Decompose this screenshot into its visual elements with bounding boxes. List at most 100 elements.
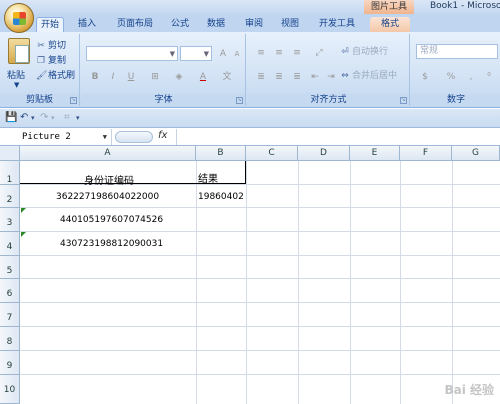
formula-bar: Picture 2 ▼ fx bbox=[0, 129, 500, 146]
paste-icon[interactable] bbox=[8, 38, 30, 64]
office-button[interactable] bbox=[4, 3, 34, 33]
picture-tools-title: 图片工具 bbox=[364, 0, 414, 14]
wrap-text-button[interactable]: ⏎ 自动换行 bbox=[340, 46, 388, 58]
row-header-1[interactable]: 1 bbox=[0, 161, 20, 185]
save-icon[interactable]: 💾 bbox=[5, 112, 17, 123]
tab-home[interactable]: 开始 bbox=[36, 17, 64, 32]
chevron-down-icon[interactable]: ▼ bbox=[103, 129, 107, 145]
orientation-icon[interactable]: ⤢ bbox=[310, 44, 328, 60]
window-title: Book1 - Microso bbox=[430, 1, 500, 11]
row-header-7[interactable]: 7 bbox=[0, 303, 20, 327]
borders-icon[interactable]: ⊞ bbox=[146, 68, 164, 84]
formula-bar-handle[interactable] bbox=[115, 131, 153, 143]
column-header-f[interactable]: F bbox=[400, 146, 452, 161]
redo-icon[interactable]: ↷ bbox=[40, 112, 48, 123]
row-header-8[interactable]: 8 bbox=[0, 327, 20, 351]
insert-function-button[interactable]: fx bbox=[158, 130, 167, 141]
row-header-6[interactable]: 6 bbox=[0, 279, 20, 303]
row-header-5[interactable]: 5 bbox=[0, 256, 20, 279]
cell-a1[interactable]: 身份证编码 bbox=[84, 172, 134, 187]
align-middle-icon[interactable]: ≡ bbox=[270, 44, 288, 60]
fill-color-icon[interactable]: ◈ bbox=[170, 68, 188, 84]
column-header-b[interactable]: B bbox=[196, 146, 246, 161]
column-header-c[interactable]: C bbox=[246, 146, 298, 161]
brush-icon: 🖌 bbox=[36, 71, 48, 81]
tab-formulas[interactable]: 公式 bbox=[166, 17, 194, 32]
tab-view[interactable]: 视图 bbox=[276, 17, 304, 32]
copy-icon: ❐ bbox=[36, 56, 46, 66]
alignment-launcher-icon[interactable]: ↘ bbox=[400, 97, 407, 104]
row-header-3[interactable]: 3 bbox=[0, 208, 20, 232]
undo-dropdown-icon[interactable]: ▾ bbox=[31, 114, 35, 122]
font-name-combo[interactable]: ▼ bbox=[86, 46, 178, 61]
bold-button[interactable]: B bbox=[86, 68, 104, 84]
tab-page-layout[interactable]: 页面布局 bbox=[110, 17, 160, 32]
tab-insert[interactable]: 插入 bbox=[72, 17, 102, 32]
ribbon-tab-row: 开始 插入 页面布局 公式 数据 审阅 视图 开发工具 格式 bbox=[0, 14, 500, 32]
align-bottom-icon[interactable]: ≡ bbox=[288, 44, 306, 60]
redo-dropdown-icon[interactable]: ▾ bbox=[51, 114, 55, 122]
italic-button[interactable]: I bbox=[104, 68, 122, 84]
gridline bbox=[20, 255, 500, 256]
format-painter-button[interactable]: 🖌格式刷 bbox=[36, 70, 75, 82]
office-logo-icon bbox=[13, 12, 26, 25]
percent-button[interactable]: % bbox=[442, 68, 460, 84]
worksheet-grid[interactable]: A B C D E F G 1 2 3 4 5 6 7 8 9 10 身份证编码… bbox=[0, 146, 500, 404]
cell-a2[interactable]: 362227198604022000 bbox=[56, 192, 159, 202]
column-header-g[interactable]: G bbox=[452, 146, 500, 161]
increase-indent-icon[interactable]: ⇥ bbox=[322, 68, 340, 84]
comma-button[interactable]: , bbox=[462, 68, 480, 84]
accounting-format-icon[interactable]: $ bbox=[416, 68, 434, 84]
tab-developer[interactable]: 开发工具 bbox=[312, 17, 362, 32]
gridline bbox=[20, 207, 500, 208]
customize-toolbar-icon[interactable]: ▾ bbox=[76, 114, 80, 122]
number-format-value: 常规 bbox=[420, 46, 439, 56]
gridline bbox=[20, 278, 500, 279]
tab-data[interactable]: 数据 bbox=[202, 17, 230, 32]
font-launcher-icon[interactable]: ↘ bbox=[236, 97, 243, 104]
gridline bbox=[20, 302, 500, 303]
number-format-combo[interactable]: 常规 bbox=[416, 44, 498, 59]
paste-button[interactable]: 粘贴 bbox=[7, 68, 25, 81]
row-header-10[interactable]: 10 bbox=[0, 375, 20, 404]
phonetic-icon[interactable]: 文 bbox=[218, 68, 236, 84]
undo-icon[interactable]: ↶ bbox=[20, 112, 28, 123]
formula-input[interactable] bbox=[176, 129, 500, 145]
column-header-d[interactable]: D bbox=[298, 146, 350, 161]
align-top-icon[interactable]: ≡ bbox=[252, 44, 270, 60]
clipboard-group-label: 剪贴板 bbox=[0, 94, 79, 106]
tab-format[interactable]: 格式 bbox=[370, 17, 410, 32]
decimal-icon[interactable]: ⁰ bbox=[480, 68, 498, 84]
cell-a4[interactable]: 430723198812090031 bbox=[60, 239, 163, 249]
chart-icon[interactable]: ⌗ bbox=[64, 112, 70, 123]
number-group-label: 数字 bbox=[412, 94, 500, 106]
tab-review[interactable]: 审阅 bbox=[240, 17, 268, 32]
cell-b1[interactable]: 结果 bbox=[198, 170, 218, 185]
font-group: ▼ ▼ A A B I U ⊞ ◈ A 文 字体 ↘ bbox=[82, 34, 246, 106]
paste-dropdown-icon[interactable]: ▼ bbox=[14, 81, 19, 89]
clipboard-launcher-icon[interactable]: ↘ bbox=[70, 97, 77, 104]
wrap-text-icon: ⏎ bbox=[341, 47, 349, 57]
column-header-a[interactable]: A bbox=[20, 146, 196, 161]
name-box[interactable]: Picture 2 ▼ bbox=[0, 129, 112, 145]
merge-center-button[interactable]: ⇔ 合并后居中 bbox=[340, 70, 397, 82]
cell-a3[interactable]: 440105197607074526 bbox=[60, 215, 163, 225]
select-all-corner[interactable] bbox=[0, 146, 20, 161]
column-header-e[interactable]: E bbox=[350, 146, 400, 161]
cut-button[interactable]: ✂ 剪切 bbox=[36, 40, 66, 52]
cell-b2[interactable]: 19860402 bbox=[198, 192, 244, 202]
format-painter-label: 格式刷 bbox=[48, 71, 76, 81]
alignment-group: ≡ ≡ ≡ ⤢ ⏎ 自动换行 ≣ ≣ ≣ ⇤ ⇥ ⇔ 合并后居中 对齐方式 ↘ bbox=[248, 34, 410, 106]
row-header-4[interactable]: 4 bbox=[0, 232, 20, 256]
font-color-button[interactable]: A bbox=[194, 68, 212, 84]
underline-button[interactable]: U bbox=[122, 68, 140, 84]
align-right-icon[interactable]: ≣ bbox=[288, 68, 306, 84]
row-header-9[interactable]: 9 bbox=[0, 351, 20, 375]
align-left-icon[interactable]: ≣ bbox=[252, 68, 270, 84]
shrink-font-button[interactable]: A bbox=[228, 45, 246, 61]
align-center-icon[interactable]: ≣ bbox=[270, 68, 288, 84]
title-bar: 图片工具 Book1 - Microso bbox=[0, 0, 500, 14]
copy-button[interactable]: ❐ 复制 bbox=[36, 55, 66, 67]
font-size-combo[interactable]: ▼ bbox=[180, 46, 212, 61]
row-header-2[interactable]: 2 bbox=[0, 185, 20, 208]
